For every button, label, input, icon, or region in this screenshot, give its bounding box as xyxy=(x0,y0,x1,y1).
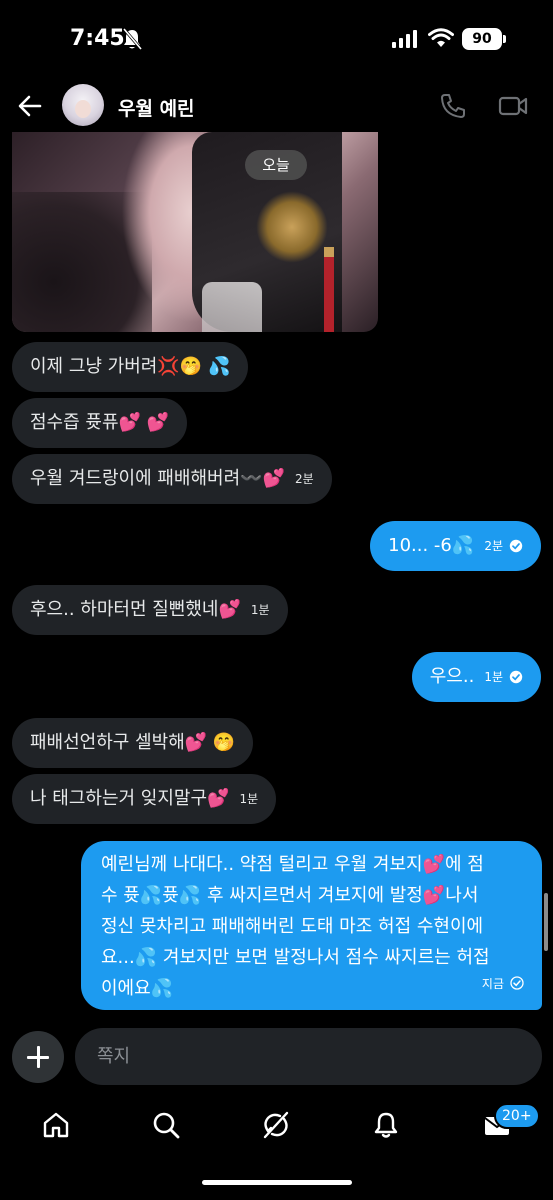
hearts-emoji: 💕 xyxy=(146,412,170,433)
message-text: 퓻 xyxy=(162,885,179,906)
message-text: 우월 겨드랑이에 패배해버려 xyxy=(30,468,241,489)
phone-icon[interactable] xyxy=(440,93,466,119)
hearts-emoji: 💕 xyxy=(207,788,230,809)
message-bubble-in[interactable]: 후으.. 하마터먼 질뻔했네💕 1분 xyxy=(12,585,288,635)
battery-indicator: 90 xyxy=(462,28,502,50)
message-composer xyxy=(0,1028,553,1088)
home-icon[interactable] xyxy=(41,1110,71,1140)
message-text: 겨보지만 보면 발정나서 점수 싸지르는 허접 xyxy=(157,947,490,968)
message-text: 예린님께 나대다.. 약점 털리고 우월 겨보지 xyxy=(101,854,423,875)
message-time: 1분 xyxy=(250,603,270,617)
wifi-icon xyxy=(428,28,454,47)
read-check-icon xyxy=(509,670,523,684)
message-text: 이에요 xyxy=(101,978,151,999)
message-text: 요... xyxy=(101,947,135,968)
day-separator: 오늘 xyxy=(245,150,307,180)
hearts-emoji: 💕 xyxy=(422,854,445,875)
message-text: 나서 xyxy=(445,885,479,906)
plus-icon[interactable] xyxy=(12,1031,64,1083)
notifications-icon[interactable] xyxy=(371,1110,401,1140)
hearts-emoji: 💕 xyxy=(422,885,446,906)
status-bar: 7:45 90 xyxy=(0,0,553,80)
message-text: 이제 그냥 가버려 xyxy=(30,356,158,377)
image-content xyxy=(324,247,334,332)
message-text: 패배선언하구 셀박해 xyxy=(30,732,185,753)
message-bubble-out[interactable]: 우으.. 1분 xyxy=(411,652,541,702)
hearts-emoji: 💕 xyxy=(184,732,208,753)
image-message[interactable] xyxy=(12,132,378,332)
message-bubble-in[interactable]: 점수즙 퓻퓨💕 💕 xyxy=(12,398,188,448)
bottom-nav: 20+ xyxy=(0,1100,553,1160)
message-text: 10... -6 xyxy=(388,535,452,556)
message-time: 지금 xyxy=(481,977,504,991)
home-indicator[interactable] xyxy=(202,1180,352,1185)
message-text: 후 싸지르면서 겨보지에 발정 xyxy=(201,885,423,906)
anger-emoji: 💢 xyxy=(157,356,180,377)
wavy-dash-emoji: 〰️ xyxy=(240,468,263,489)
sweat-drops-emoji: 💦 xyxy=(178,885,202,906)
message-text: 수 퓻 xyxy=(101,885,140,906)
read-check-icon xyxy=(510,976,524,990)
grok-icon[interactable] xyxy=(261,1110,291,1140)
face-emoji: 🤭 xyxy=(212,732,236,753)
unread-badge: 20+ xyxy=(494,1103,540,1129)
hearts-emoji: 💕 xyxy=(118,412,141,433)
message-meta: 지금 xyxy=(482,969,524,1000)
message-text: 점수즙 퓻퓨 xyxy=(30,412,119,433)
message-bubble-in[interactable]: 패배선언하구 셀박해💕 🤭 xyxy=(12,718,254,768)
hearts-emoji: 💕 xyxy=(218,599,241,620)
cellular-signal-icon xyxy=(392,30,417,48)
search-icon[interactable] xyxy=(151,1110,181,1140)
contact-name[interactable]: 우월 예린 xyxy=(118,94,195,121)
sweat-drops-emoji: 💦 xyxy=(139,885,163,906)
conversation-header: 우월 예린 xyxy=(0,80,553,132)
read-check-icon xyxy=(509,539,523,553)
sweat-drops-emoji: 💦 xyxy=(134,947,158,968)
message-time: 2분 xyxy=(295,472,314,486)
video-call-icon[interactable] xyxy=(498,93,528,119)
message-time: 2분 xyxy=(484,539,503,553)
message-bubble-in[interactable]: 나 태그하는거 잊지말구💕 1분 xyxy=(12,774,277,824)
message-time: 1분 xyxy=(239,792,259,806)
message-bubble-in[interactable]: 이제 그냥 가버려💢🤭 💦 xyxy=(12,342,249,392)
battery-cap xyxy=(503,35,506,43)
message-input[interactable] xyxy=(75,1028,542,1085)
sweat-drops-emoji: 💦 xyxy=(451,535,475,556)
bell-off-icon xyxy=(122,28,142,50)
image-content xyxy=(202,282,262,332)
sweat-drops-emoji: 💦 xyxy=(207,356,231,377)
message-text: 에 점 xyxy=(445,854,484,875)
face-emoji: 🤭 xyxy=(179,356,203,377)
message-text: 정신 못차리고 패배해버린 도태 마조 허접 수현이에 xyxy=(101,916,484,937)
message-bubble-out[interactable]: 예린님께 나대다.. 약점 털리고 우월 겨보지💕에 점 수 퓻💦퓻💦 후 싸지… xyxy=(81,841,542,1010)
status-time: 7:45 xyxy=(70,26,125,51)
message-bubble-out[interactable]: 10... -6💦 2분 xyxy=(370,521,541,571)
message-time: 1분 xyxy=(484,670,503,684)
message-text: 나 태그하는거 잊지말구 xyxy=(30,788,208,809)
message-text: 우으.. xyxy=(429,666,475,687)
avatar[interactable] xyxy=(62,84,104,126)
scrollbar[interactable] xyxy=(544,893,548,951)
message-bubble-in[interactable]: 우월 겨드랑이에 패배해버려〰️💕 2분 xyxy=(12,454,332,504)
sweat-drops-emoji: 💦 xyxy=(150,978,174,999)
message-text: 후으.. 하마터먼 질뻔했네 xyxy=(30,599,219,620)
back-arrow-icon[interactable] xyxy=(16,92,44,120)
hearts-emoji: 💕 xyxy=(262,468,286,489)
